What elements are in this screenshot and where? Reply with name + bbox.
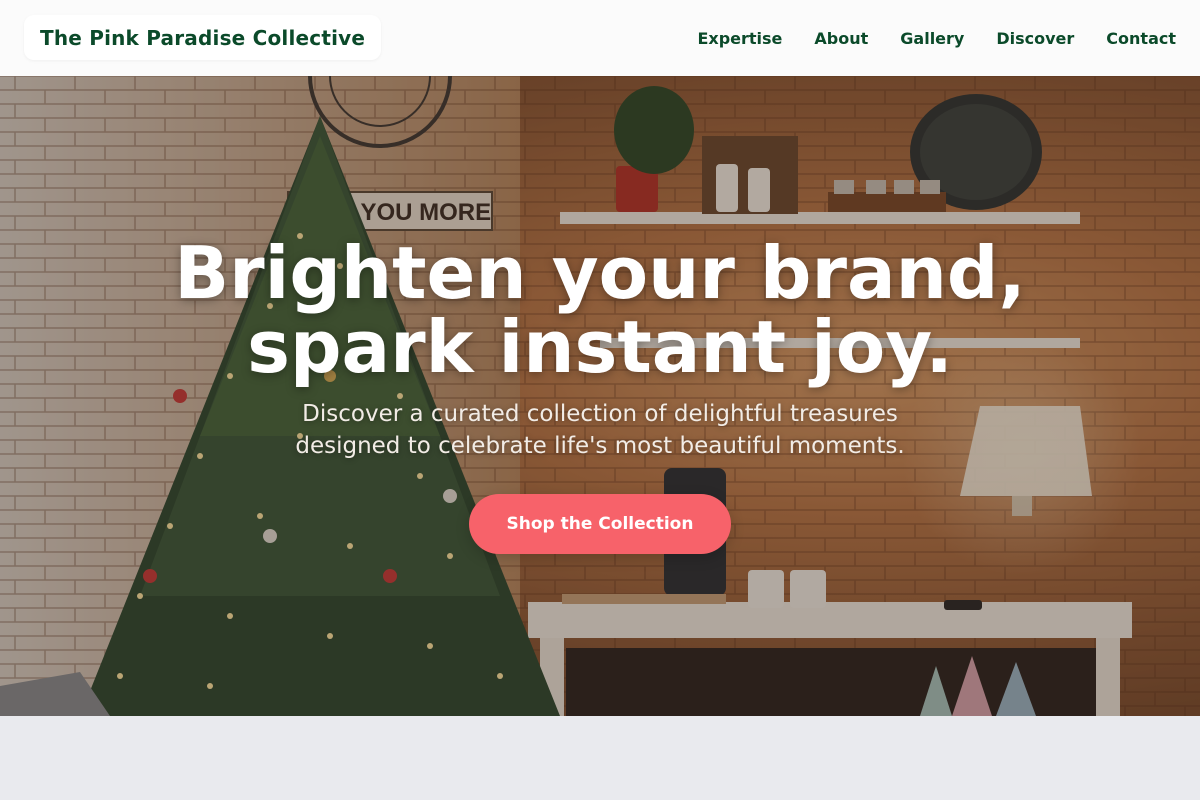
hero-section: LOVE YOU MORE Brighten your brand, spark… — [0, 76, 1200, 716]
nav-link-about[interactable]: About — [814, 29, 868, 48]
shop-collection-button[interactable]: Shop the Collection — [469, 494, 731, 554]
nav-link-gallery[interactable]: Gallery — [900, 29, 964, 48]
hero-title-line-2: spark instant joy. — [247, 305, 953, 389]
brand-logo[interactable]: The Pink Paradise Collective — [24, 15, 382, 60]
hero-title-line-1: Brighten your brand, — [174, 231, 1026, 315]
site-header: The Pink Paradise Collective Expertise A… — [0, 0, 1200, 76]
nav-link-contact[interactable]: Contact — [1106, 29, 1176, 48]
hero-subtitle: Discover a curated collection of delight… — [295, 401, 905, 459]
hero-content: Brighten your brand, spark instant joy. … — [0, 76, 1200, 716]
nav-link-expertise[interactable]: Expertise — [697, 29, 782, 48]
below-hero-band — [0, 716, 1200, 800]
hero-title: Brighten your brand, spark instant joy. — [0, 236, 1200, 384]
main-nav: Expertise About Gallery Discover Contact — [697, 0, 1176, 76]
nav-link-discover[interactable]: Discover — [996, 29, 1074, 48]
